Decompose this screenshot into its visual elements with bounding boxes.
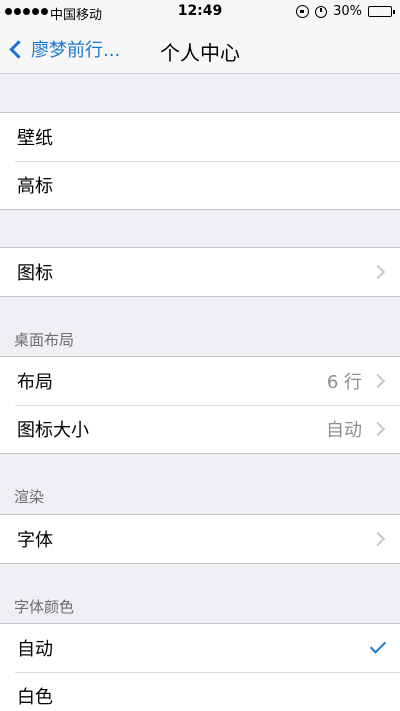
row-wallpaper[interactable]: 壁纸 [0, 113, 400, 161]
settings-group-icons: 图标 [0, 247, 400, 297]
row-label: 壁纸 [17, 128, 53, 149]
rotation-lock-icon [296, 5, 310, 18]
section-header-font-color: 字体颜色 [14, 598, 75, 616]
checkmark-icon [369, 637, 387, 654]
section-header-rendering: 渲染 [14, 488, 45, 506]
row-label: 图标 [17, 263, 53, 284]
row-label: 图标大小 [17, 420, 89, 441]
row-icons[interactable]: 图标 [0, 248, 400, 296]
navigation-bar: 廖梦前行... 个人中心 [0, 26, 400, 74]
battery-icon [368, 6, 395, 17]
section-header-desktop-layout: 桌面布局 [14, 331, 75, 349]
chevron-right-icon [370, 264, 386, 280]
row-label: 自动 [17, 639, 53, 660]
alarm-icon [315, 5, 328, 18]
row-font[interactable]: 字体 [0, 515, 400, 563]
row-icon-size[interactable]: 图标大小 自动 [0, 405, 400, 453]
chevron-right-icon [370, 421, 386, 437]
status-right-icons: 30% [296, 4, 395, 19]
row-font-color-auto[interactable]: 自动 [0, 624, 400, 672]
row-label: 高标 [17, 176, 53, 197]
row-value: 自动 [326, 420, 362, 441]
back-button-label: 廖梦前行... [31, 40, 121, 61]
row-value: 6 行 [326, 372, 362, 393]
status-bar: 中国移动 12:49 30% [0, 0, 400, 26]
row-label: 字体 [17, 530, 53, 551]
chevron-right-icon [370, 531, 386, 547]
chevron-left-icon [9, 39, 28, 59]
settings-group-rendering: 字体 [0, 514, 400, 564]
row-label: 白色 [17, 687, 53, 708]
row-layout[interactable]: 布局 6 行 [0, 357, 400, 405]
row-font-color-white[interactable]: 白色 [0, 672, 400, 711]
settings-group-desktop-layout: 布局 6 行 图标大小 自动 [0, 356, 400, 454]
row-label: 布局 [17, 372, 53, 393]
back-button[interactable]: 廖梦前行... [8, 36, 120, 62]
row-highlight[interactable]: 高标 [0, 161, 400, 209]
settings-group-display: 壁纸 高标 [0, 112, 400, 210]
battery-percent: 30% [333, 4, 362, 19]
settings-group-font-color: 自动 白色 [0, 623, 400, 711]
chevron-right-icon [370, 373, 386, 389]
